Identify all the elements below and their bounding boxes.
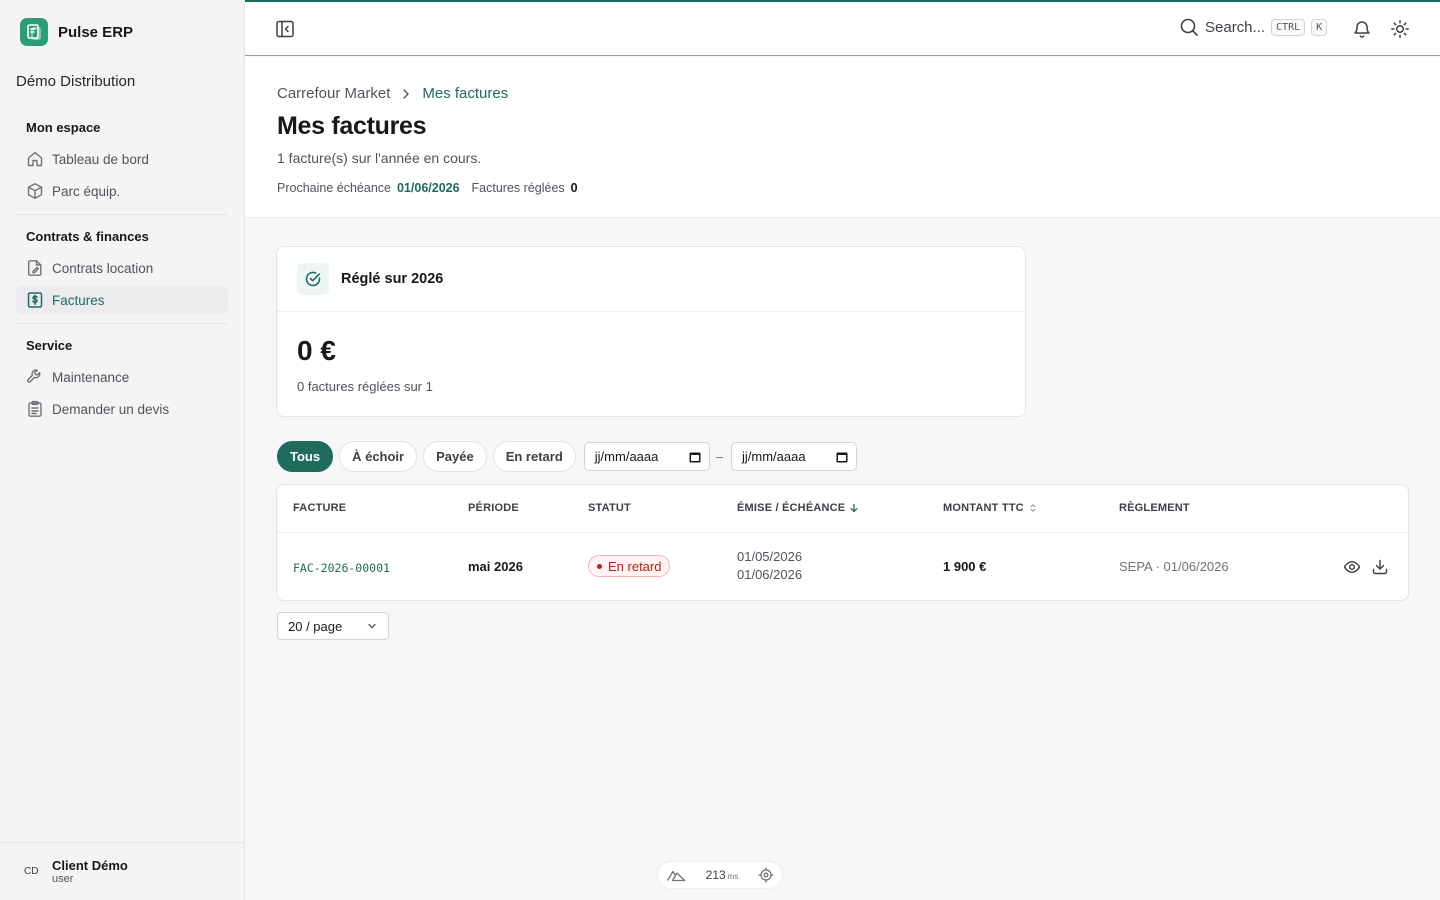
filter-chip-tous[interactable]: Tous [277, 441, 334, 472]
date-range-separator: – [715, 449, 724, 464]
summary-note: 0 factures réglées sur 1 [297, 379, 433, 394]
sidebar-item-contrats-location[interactable]: Contrats location [16, 254, 228, 282]
clipboard-icon [28, 400, 42, 417]
filter-chip-en-retard[interactable]: En retard [492, 441, 576, 472]
filter-chip-payee[interactable]: Payée [423, 441, 487, 472]
breadcrumb: Carrefour Market Mes factures [277, 85, 508, 102]
kbd-ctrl: CTRL [1271, 18, 1306, 36]
avatar: CD [24, 866, 39, 877]
invoice-period: mai 2026 [468, 559, 523, 574]
search-button[interactable]: Search... CTRL K [1179, 17, 1328, 37]
home-icon [27, 151, 43, 167]
dev-toolbar: 213 ms [657, 861, 783, 889]
page-title: Mes factures [277, 112, 427, 140]
invoice-number-link[interactable]: FAC-2026-00001 [293, 561, 390, 575]
calendar-icon [836, 452, 848, 462]
render-time-unit: ms [727, 872, 739, 881]
date-to-placeholder: jj/mm/aaaa [742, 449, 806, 464]
target-icon[interactable] [758, 867, 774, 883]
chevron-right-icon [403, 88, 410, 99]
kbd-k: K [1311, 18, 1328, 36]
box-icon [27, 183, 43, 199]
sidebar-item-factures[interactable]: Factures [16, 286, 228, 314]
per-page-select[interactable]: 20 / page [277, 612, 389, 640]
payment-info: SEPA · 01/06/2026 [1119, 559, 1229, 574]
sort-neutral-icon [1030, 504, 1036, 512]
column-header-reglement[interactable]: RÈGLEMENT [1119, 502, 1190, 514]
sidebar: Pulse ERP Démo Distribution Mon espace T… [0, 0, 245, 900]
app-name: Pulse ERP [58, 23, 134, 41]
summary-card: Réglé sur 2026 0 € 0 factures réglées su… [276, 246, 1026, 417]
sidebar-item-label: Maintenance [52, 369, 130, 385]
next-due-value: 01/06/2026 [396, 181, 460, 195]
summary-amount: 0 € [297, 335, 336, 366]
status-badge: En retard [588, 555, 671, 577]
column-header-facture[interactable]: FACTURE [293, 502, 346, 514]
nav-group-title: Service [26, 338, 73, 353]
filter-bar: Tous À échoir Payée En retard jj/mm/aaaa… [277, 441, 858, 472]
issued-date: 01/05/2026 [737, 549, 803, 564]
wrench-icon [27, 369, 41, 383]
render-time-value: 213 [705, 868, 726, 882]
nuxt-logo-icon[interactable] [666, 868, 686, 882]
page-meta: Prochaine échéance 01/06/2026 Factures r… [277, 181, 590, 195]
invoice-amount: 1 900 € [943, 559, 987, 574]
search-icon [1180, 18, 1198, 36]
user-role: user [52, 873, 74, 885]
sidebar-item-label: Tableau de bord [52, 151, 149, 167]
paid-label: Factures réglées [471, 181, 565, 195]
paid-value: 0 [570, 181, 578, 195]
search-label: Search... [1205, 18, 1266, 36]
bell-icon[interactable] [1352, 19, 1372, 39]
due-date: 01/06/2026 [737, 567, 803, 582]
nav-divider [16, 214, 228, 215]
sidebar-item-tableau-de-bord[interactable]: Tableau de bord [16, 145, 228, 173]
sidebar-item-label: Factures [52, 292, 105, 308]
nav-divider [16, 323, 228, 324]
breadcrumb-parent[interactable]: Carrefour Market [277, 85, 390, 102]
breadcrumb-current: Mes factures [422, 85, 509, 102]
sidebar-item-label: Contrats location [52, 260, 154, 276]
download-icon[interactable] [1371, 558, 1389, 576]
invoices-table: FACTURE PÉRIODE STATUT ÉMISE / ÉCHÉANCE … [276, 484, 1409, 601]
circle-check-icon [297, 263, 329, 295]
file-edit-icon [28, 260, 42, 276]
user-name: Client Démo [52, 858, 128, 873]
table-header: FACTURE PÉRIODE STATUT ÉMISE / ÉCHÉANCE … [277, 485, 1408, 533]
next-due-label: Prochaine échéance [277, 181, 391, 195]
summary-card-title: Réglé sur 2026 [341, 271, 444, 287]
page-header: Carrefour Market Mes factures Mes factur… [245, 57, 1440, 218]
dollar-receipt-icon [27, 292, 43, 308]
sidebar-item-label: Parc équip. [52, 183, 121, 199]
sort-desc-icon [850, 503, 858, 513]
nav-group-title: Mon espace [26, 120, 101, 135]
column-header-emise-echeance[interactable]: ÉMISE / ÉCHÉANCE [737, 502, 859, 514]
app-logo-icon [20, 18, 48, 46]
status-label: En retard [608, 558, 662, 574]
column-header-periode[interactable]: PÉRIODE [468, 502, 519, 514]
sidebar-item-maintenance[interactable]: Maintenance [16, 363, 228, 391]
column-header-montant-ttc[interactable]: MONTANT TTC [943, 502, 1038, 514]
chevron-down-icon [368, 623, 376, 629]
sidebar-item-parc-equip[interactable]: Parc équip. [16, 177, 228, 205]
date-to-input[interactable]: jj/mm/aaaa [731, 442, 858, 471]
sidebar-item-label: Demander un devis [52, 401, 170, 417]
date-from-input[interactable]: jj/mm/aaaa [583, 442, 710, 471]
brand[interactable]: Pulse ERP [20, 18, 133, 46]
page-subtitle: 1 facture(s) sur l'année en cours. [277, 150, 482, 166]
user-menu[interactable]: CD Client Démo user [0, 842, 244, 900]
sidebar-item-demander-un-devis[interactable]: Demander un devis [16, 395, 228, 423]
column-header-statut[interactable]: STATUT [588, 502, 631, 514]
organization-name[interactable]: Démo Distribution [16, 73, 135, 90]
status-dot-icon [597, 563, 602, 569]
eye-icon[interactable] [1343, 558, 1361, 576]
date-from-placeholder: jj/mm/aaaa [594, 449, 659, 464]
top-header: Search... CTRL K [245, 2, 1440, 56]
filter-chip-a-echoir[interactable]: À échoir [339, 441, 418, 472]
sun-icon[interactable] [1390, 19, 1410, 39]
nav-group-title: Contrats & finances [26, 229, 149, 244]
per-page-value: 20 / page [288, 618, 343, 634]
calendar-icon [689, 452, 701, 462]
sidebar-toggle-icon[interactable] [275, 19, 295, 39]
